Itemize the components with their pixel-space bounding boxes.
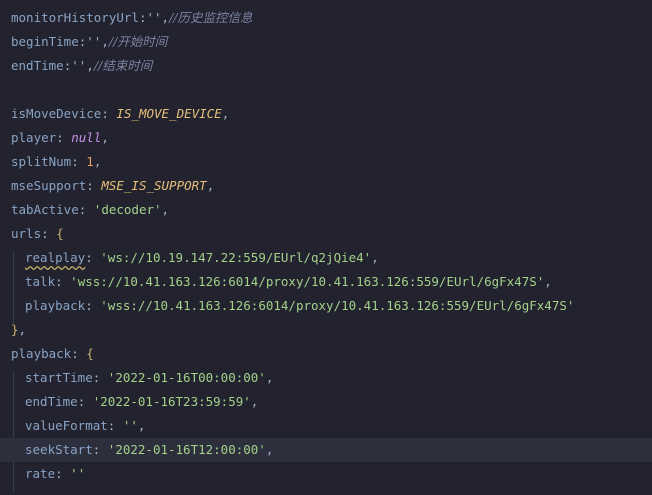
punctuation: , (18, 322, 27, 337)
property-key: realplay (25, 250, 86, 265)
punctuation: : (86, 178, 102, 193)
property-key: monitorHistoryUrl (11, 10, 139, 25)
punctuation: , (265, 442, 274, 457)
punctuation: : (71, 154, 87, 169)
code-line[interactable]: rate: '' (0, 462, 652, 486)
punctuation: , (371, 250, 379, 265)
property-key: player (11, 130, 57, 145)
punctuation: , (265, 370, 274, 385)
property-value: '2022-01-16T23:59:59' (92, 394, 251, 409)
punctuation: , (101, 130, 109, 145)
code-line[interactable]: valueFormat: '', (0, 414, 652, 438)
code-line[interactable]: seekStart: '2022-01-16T12:00:00', (0, 438, 652, 462)
code-line[interactable]: playback: 'wss://10.41.163.126:6014/prox… (0, 294, 652, 318)
punctuation: : (92, 442, 108, 457)
punctuation: , (86, 58, 94, 73)
property-key: playback (11, 346, 72, 361)
property-key: beginTime (11, 34, 79, 49)
property-key: tabActive (11, 202, 79, 217)
property-key: playback (25, 298, 86, 313)
code-line[interactable]: tabActive: 'decoder', (0, 198, 652, 222)
code-line[interactable]: player: null, (0, 126, 652, 150)
punctuation: : (77, 394, 93, 409)
code-comment: //历史监控信息 (169, 10, 253, 25)
punctuation: , (161, 202, 170, 217)
property-value: 1 (86, 154, 94, 169)
property-key: urls (11, 226, 42, 241)
punctuation: : (101, 106, 117, 121)
property-value: '2022-01-16T12:00:00' (107, 442, 266, 457)
property-value: MSE_IS_SUPPORT (101, 178, 207, 193)
property-key: talk (25, 274, 56, 289)
property-key: startTime (25, 370, 93, 385)
code-comment: //开始时间 (108, 34, 168, 49)
punctuation: : (41, 226, 57, 241)
property-value: '' (122, 418, 138, 433)
punctuation: : (85, 250, 101, 265)
property-key: endTime (25, 394, 78, 409)
punctuation: : (55, 466, 71, 481)
punctuation: : (107, 418, 123, 433)
punctuation: : (71, 346, 87, 361)
property-value: '' (146, 10, 162, 25)
code-line[interactable]: startTime: '2022-01-16T00:00:00', (0, 366, 652, 390)
code-line[interactable]: playback: { (0, 342, 652, 366)
property-key: isMoveDevice (11, 106, 102, 121)
property-value: '2022-01-16T00:00:00' (107, 370, 266, 385)
open-brace: { (56, 226, 64, 241)
code-line[interactable]: urls: { (0, 222, 652, 246)
property-value: 'wss://10.41.163.126:6014/proxy/10.41.16… (70, 274, 545, 289)
property-key: valueFormat (25, 418, 108, 433)
property-key: rate (25, 466, 56, 481)
property-key: seekStart (25, 442, 93, 457)
punctuation: , (544, 274, 552, 289)
code-line[interactable]: mseSupport: MSE_IS_SUPPORT, (0, 174, 652, 198)
punctuation: , (137, 418, 146, 433)
code-line[interactable]: splitNum: 1, (0, 150, 652, 174)
punctuation: : (55, 274, 71, 289)
property-value: null (71, 130, 102, 145)
punctuation: , (221, 106, 230, 121)
code-line[interactable]: beginTime:'',//开始时间 (0, 30, 652, 54)
punctuation: , (250, 394, 259, 409)
property-value: '' (86, 34, 102, 49)
punctuation: : (85, 298, 101, 313)
code-editor[interactable]: monitorHistoryUrl:'',//历史监控信息 beginTime:'… (0, 0, 652, 495)
property-value: '' (70, 466, 86, 481)
code-line[interactable] (0, 78, 652, 102)
property-key: splitNum (11, 154, 72, 169)
code-line[interactable]: endTime:'',//结束时间 (0, 54, 652, 78)
punctuation: , (101, 34, 109, 49)
code-line[interactable]: realplay: 'ws://10.19.147.22:559/EUrl/q2… (0, 246, 652, 270)
code-comment: //结束时间 (93, 58, 153, 73)
punctuation: , (93, 154, 102, 169)
property-value: IS_MOVE_DEVICE (116, 106, 222, 121)
property-value: 'ws://10.19.147.22:559/EUrl/q2jQie4' (100, 250, 372, 265)
code-line[interactable]: isMoveDevice: IS_MOVE_DEVICE, (0, 102, 652, 126)
property-key: endTime (11, 58, 64, 73)
property-key: mseSupport (11, 178, 87, 193)
punctuation: , (206, 178, 215, 193)
code-line[interactable]: }, (0, 318, 652, 342)
code-line[interactable]: monitorHistoryUrl:'',//历史监控信息 (0, 6, 652, 30)
punctuation: , (161, 10, 170, 25)
property-value: 'wss://10.41.163.126:6014/proxy/10.41.16… (100, 298, 575, 313)
code-line[interactable]: endTime: '2022-01-16T23:59:59', (0, 390, 652, 414)
punctuation: : (56, 130, 72, 145)
code-line[interactable]: talk: 'wss://10.41.163.126:6014/proxy/10… (0, 270, 652, 294)
property-value: 'decoder' (93, 202, 162, 217)
close-brace: } (11, 322, 19, 337)
punctuation: : (92, 370, 108, 385)
property-value: '' (71, 58, 87, 73)
punctuation: : (78, 202, 94, 217)
open-brace: { (86, 346, 94, 361)
